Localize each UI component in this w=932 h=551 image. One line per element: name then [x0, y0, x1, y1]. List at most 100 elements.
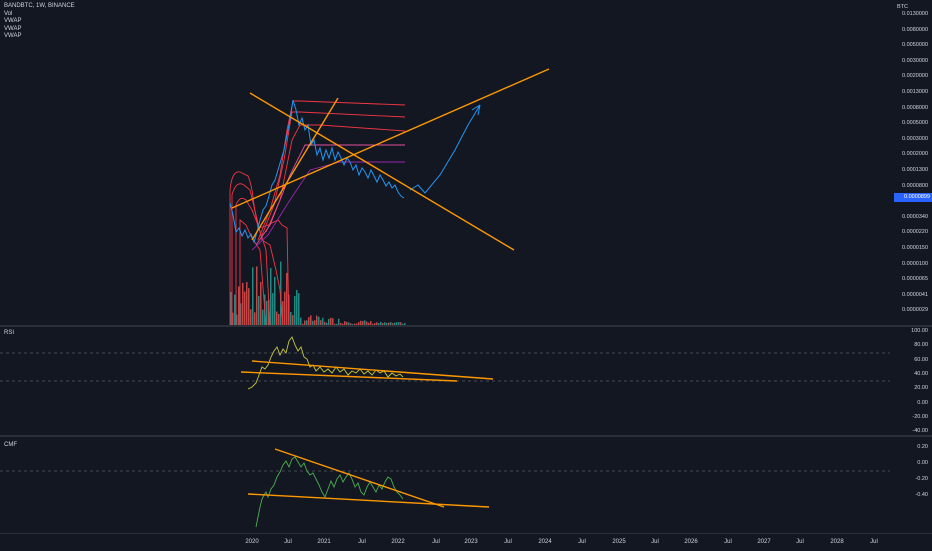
time-tick: 2023 [464, 539, 478, 545]
main_scale-label: 0.0000029 [902, 307, 928, 314]
scale-unit: BTC [897, 4, 908, 10]
rsi-label: -20.00 [912, 413, 928, 420]
main_scale-label: 0.0001300 [902, 167, 928, 173]
volume-bar [254, 312, 256, 325]
time-tick: Jul [358, 539, 366, 545]
cmf-label: 0.20 [917, 444, 928, 450]
volume-bar [274, 276, 276, 325]
volume-bar [292, 315, 294, 325]
rsi-label: -40.00 [912, 428, 928, 435]
volume-bar [258, 295, 260, 325]
main_scale-label: 0.0005000 [902, 120, 928, 127]
volume-bar [234, 294, 236, 325]
volume-bar [276, 311, 278, 325]
cmf-trendline-down [274, 448, 445, 508]
vwap-upper-2 [261, 111, 406, 236]
volume-bar [260, 282, 262, 325]
time-tick: Jul [870, 539, 878, 545]
volume-bar [250, 309, 252, 325]
cmf-pane[interactable]: CMF 0.20 0.00 -0.20 -0.40 [0, 437, 932, 533]
rsi-label: 20.00 [914, 385, 928, 392]
rsi-label: 80.00 [914, 342, 928, 349]
volume-bar [330, 317, 332, 325]
rsi-label: 0.00 [917, 399, 928, 406]
main_scale-label: 0.0003000 [902, 135, 928, 142]
cmf-label: 0.00 [917, 459, 928, 466]
volume-bar [298, 293, 300, 325]
time-tick: Jul [796, 539, 804, 545]
volume-bar [316, 315, 318, 325]
volume-bar [332, 318, 334, 325]
main_scale-label: 0.0000220 [902, 229, 928, 236]
time-axis[interactable]: 2020 Jul 2021 Jul 2022 Jul 2023 Jul 2024 Jul 2025 J… [0, 533, 932, 551]
time-tick: 2020 [245, 539, 259, 545]
volume-bar [294, 296, 296, 325]
volume-bar [284, 291, 286, 325]
volume-bar [322, 317, 324, 325]
main_scale-label: 0.0000800 [902, 182, 928, 189]
volume-bar [244, 291, 246, 325]
rsi-label: 60.00 [914, 356, 928, 363]
cmf-label: -0.20 [915, 475, 928, 482]
volume-bar [318, 316, 320, 325]
main_scale-label: 0.0008000 [902, 104, 928, 111]
trendline-up-long [231, 68, 550, 209]
time-tick: 2025 [612, 539, 626, 545]
main_scale-label: 0.0002000 [902, 151, 928, 158]
price-plot[interactable] [0, 0, 890, 325]
volume-bars [230, 261, 406, 325]
volume-bar [270, 268, 272, 325]
main_scale-label: 0.0020000 [902, 73, 928, 80]
volume-bar [262, 309, 264, 325]
volume-bar [290, 311, 292, 325]
main_scale-label: 0.0000100 [902, 260, 928, 267]
volume-bar [286, 272, 288, 325]
projection-line [409, 104, 481, 194]
current-price-tag: 0.0000899 [894, 193, 932, 202]
main_scale-label: 0.0030000 [902, 57, 928, 64]
time-tick: 2024 [538, 539, 552, 545]
volume-bar [238, 286, 240, 325]
volume-bar [296, 289, 298, 325]
main_scale-label: 0.0000150 [902, 245, 928, 251]
volume-bar [272, 293, 274, 325]
main_scale-label: 0.0050000 [902, 42, 928, 49]
rsi-plot[interactable] [0, 327, 890, 435]
main_scale-label: 0.0000340 [902, 213, 928, 220]
volume-bar [278, 314, 280, 325]
time-tick: Jul [284, 539, 292, 545]
time-tick: Jul [651, 539, 659, 545]
rsi-label: 40.00 [914, 370, 928, 377]
time-tick: Jul [504, 539, 512, 545]
main_scale-label: 0.0130000 [902, 11, 928, 17]
trendline-down [249, 92, 515, 251]
time-tick: Jul [578, 539, 586, 545]
time-tick: 2028 [830, 539, 844, 545]
volume-bar [300, 317, 302, 325]
vwap-purple [251, 161, 405, 251]
cmf-plot[interactable] [0, 437, 890, 533]
time-tick: 2022 [391, 539, 405, 545]
volume-bar [242, 282, 244, 325]
time-tick: Jul [724, 539, 732, 545]
rsi-pane[interactable]: RSI 100.00 80.00 60.00 40.00 20.00 0.00 -20.00… [0, 327, 932, 435]
volume-bar [248, 288, 250, 325]
cmf-trendline-flat [247, 493, 490, 508]
time-tick: 2027 [757, 539, 771, 545]
volume-bar [256, 266, 258, 325]
time-tick: 2026 [684, 539, 698, 545]
main_scale-label: 0.0080000 [902, 26, 928, 33]
time-tick: Jul [432, 539, 440, 545]
main_scale-label: 0.0000065 [902, 276, 928, 283]
main_scale-label: 0.0000041 [902, 291, 928, 298]
price-pane[interactable]: BANDBTC, 1W, BINANCE Vol VWAP VWAP VWAP [0, 0, 932, 325]
volume-bar [308, 317, 310, 325]
cmf-label: -0.40 [915, 491, 928, 498]
time-tick: 2021 [317, 539, 331, 545]
main_scale-label: 0.0013000 [902, 89, 928, 95]
vwap-mid [255, 144, 405, 246]
rsi-trendline-upper [251, 360, 494, 380]
rsi-label: 100.00 [911, 328, 928, 334]
volume-bar [246, 282, 248, 325]
volume-bar [310, 315, 312, 325]
